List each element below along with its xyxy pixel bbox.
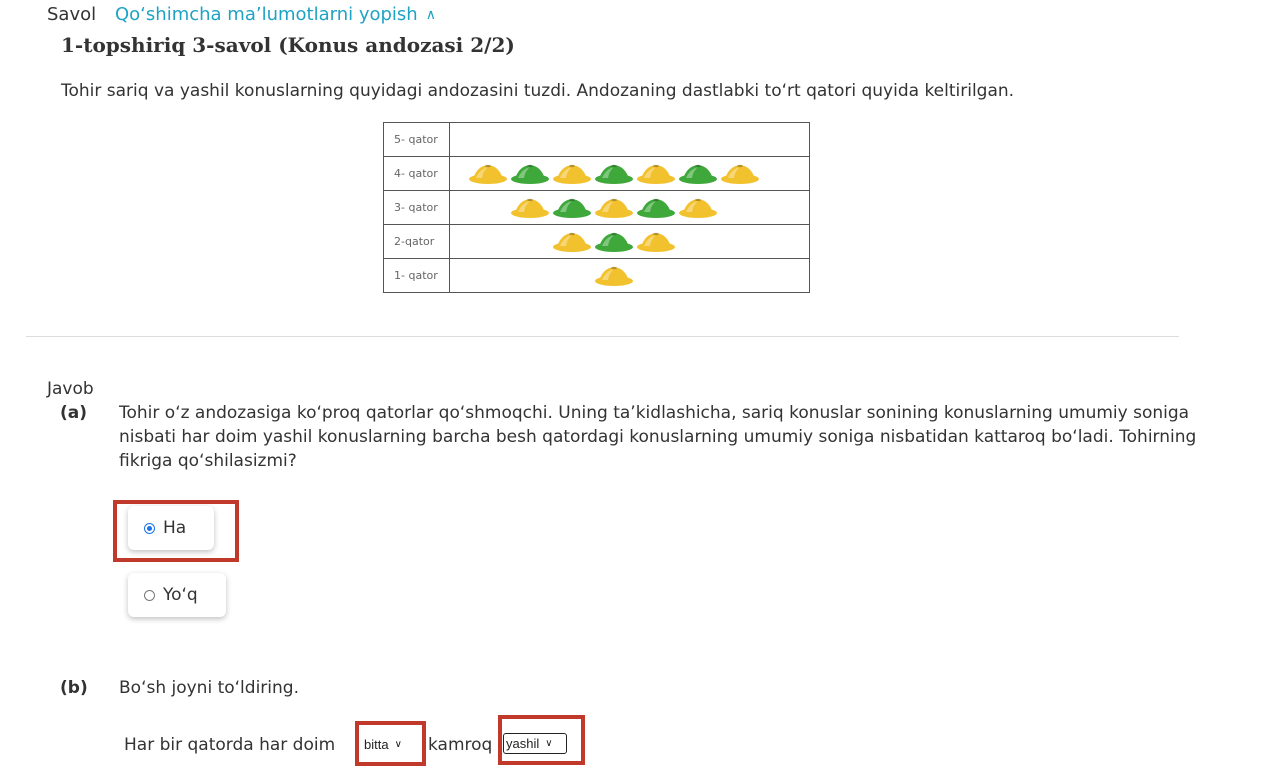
option-yoq-radio[interactable]: Yo‘q [128, 573, 226, 617]
part-a-label: (a) [60, 403, 88, 423]
table-row: 5- qator [383, 122, 810, 157]
toggle-info-label[interactable]: Qo‘shimcha ma’lumotlarni yopish [115, 4, 418, 25]
option-yoq-label[interactable]: Yo‘q [163, 585, 198, 605]
question-title: 1-topshiriq 3-savol (Konus andozasi 2/2) [61, 33, 515, 57]
chevron-up-icon[interactable]: ∧ [426, 7, 436, 23]
yellow-cone-icon [637, 164, 675, 184]
row-label: 2-qator [383, 224, 450, 259]
highlight-box-ha [113, 500, 239, 562]
green-cone-icon [595, 232, 633, 252]
savol-label: Savol [47, 4, 97, 25]
toggle-info-link[interactable]: Qo‘shimcha ma’lumotlarni yopish ∧ [115, 4, 436, 25]
yellow-cone-icon [553, 232, 591, 252]
part-b-instruction: Bo‘sh joyni to‘ldiring. [119, 678, 299, 698]
table-row: 2-qator [383, 224, 810, 259]
green-cone-icon [679, 164, 717, 184]
yellow-cone-icon [595, 266, 633, 286]
radio-unselected-icon[interactable] [144, 589, 155, 601]
yellow-cone-icon [511, 198, 549, 218]
yellow-cone-icon [637, 232, 675, 252]
row-cones-cell [449, 258, 810, 293]
highlight-box-bitta [355, 721, 426, 766]
row-label: 1- qator [383, 258, 450, 293]
table-row: 3- qator [383, 190, 810, 225]
green-cone-icon [595, 164, 633, 184]
green-cone-icon [553, 198, 591, 218]
table-row: 1- qator [383, 258, 810, 293]
yellow-cone-icon [553, 164, 591, 184]
yellow-cone-icon [721, 164, 759, 184]
part-a-question: Tohir o‘z andozasiga ko‘proq qatorlar qo… [119, 403, 1197, 471]
table-row: 4- qator [383, 156, 810, 191]
green-cone-icon [511, 164, 549, 184]
sentence-start: Har bir qatorda har doim [124, 735, 336, 755]
answer-label: Javob [47, 379, 94, 399]
yellow-cone-icon [595, 198, 633, 218]
question-intro: Tohir sariq va yashil konuslarning quyid… [61, 81, 1015, 101]
row-label: 4- qator [383, 156, 450, 191]
row-label: 3- qator [383, 190, 450, 225]
highlight-box-yashil [498, 715, 585, 765]
section-divider [26, 336, 1179, 337]
row-label: 5- qator [383, 122, 450, 157]
sentence-middle: kamroq [428, 735, 493, 755]
row-cones-cell [449, 224, 810, 259]
yellow-cone-icon [679, 198, 717, 218]
row-cones-cell [449, 190, 810, 225]
part-b-label: (b) [60, 678, 88, 698]
row-cones-cell [449, 156, 810, 191]
yellow-cone-icon [469, 164, 507, 184]
green-cone-icon [637, 198, 675, 218]
row-cones-cell [449, 122, 810, 157]
cone-pattern-table: 5- qator 4- qator 3- qator 2-qator 1- qator [383, 122, 810, 293]
